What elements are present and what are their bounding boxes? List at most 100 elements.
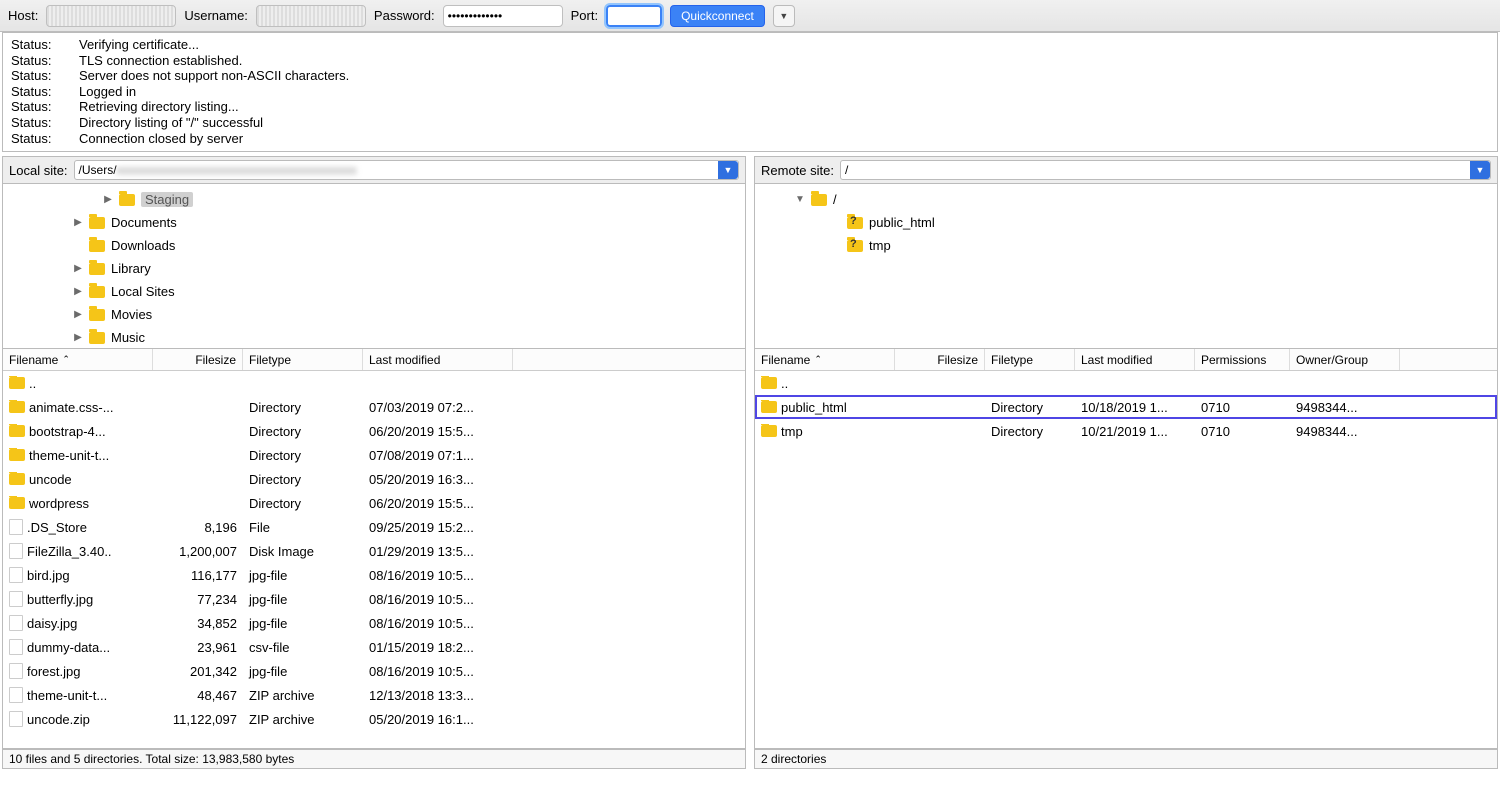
disclosure-triangle-icon[interactable]: ▶ <box>73 309 83 320</box>
folder-icon <box>9 401 25 413</box>
cell-filename: daisy.jpg <box>3 615 153 631</box>
host-input[interactable] <box>46 5 176 27</box>
cell-lastmod: 08/16/2019 10:5... <box>363 592 513 607</box>
disclosure-triangle-icon[interactable]: ▶ <box>73 217 83 228</box>
col-lastmodified[interactable]: Last modified <box>1075 349 1195 370</box>
file-row[interactable]: bootstrap-4...Directory06/20/2019 15:5..… <box>3 419 745 443</box>
tree-item[interactable]: ▶Music <box>3 326 745 349</box>
cell-lastmod: 05/20/2019 16:1... <box>363 712 513 727</box>
folder-icon <box>847 240 863 252</box>
tree-item[interactable]: ▶Local Sites <box>3 280 745 303</box>
folder-icon <box>89 309 105 321</box>
cell-filename: animate.css-... <box>3 400 153 415</box>
folder-icon <box>761 425 777 437</box>
col-filesize[interactable]: Filesize <box>153 349 243 370</box>
file-row[interactable]: theme-unit-t...48,467ZIP archive12/13/20… <box>3 683 745 707</box>
cell-filetype: jpg-file <box>243 568 363 583</box>
password-input[interactable] <box>443 5 563 27</box>
col-permissions[interactable]: Permissions <box>1195 349 1290 370</box>
tree-label: tmp <box>869 238 891 253</box>
file-row[interactable]: daisy.jpg34,852jpg-file08/16/2019 10:5..… <box>3 611 745 635</box>
file-icon <box>9 663 23 679</box>
log-key: Status: <box>11 37 61 53</box>
col-owner[interactable]: Owner/Group <box>1290 349 1400 370</box>
cell-lastmod: 10/18/2019 1... <box>1075 400 1195 415</box>
cell-filetype: File <box>243 520 363 535</box>
disclosure-triangle-icon[interactable]: ▶ <box>73 332 83 343</box>
file-row[interactable]: theme-unit-t...Directory07/08/2019 07:1.… <box>3 443 745 467</box>
cell-filename: theme-unit-t... <box>3 448 153 463</box>
tree-item[interactable]: ▶Movies <box>3 303 745 326</box>
log-message: Directory listing of "/" successful <box>79 115 263 131</box>
cell-lastmod: 06/20/2019 15:5... <box>363 424 513 439</box>
col-filetype[interactable]: Filetype <box>243 349 363 370</box>
tree-item[interactable]: Downloads <box>3 234 745 257</box>
port-input[interactable] <box>606 5 662 27</box>
disclosure-triangle-icon[interactable]: ▶ <box>73 263 83 274</box>
file-row[interactable]: tmpDirectory10/21/2019 1...07109498344..… <box>755 419 1497 443</box>
username-input[interactable] <box>256 5 366 27</box>
folder-icon <box>89 263 105 275</box>
col-filename[interactable]: Filename⌃ <box>755 349 895 370</box>
file-row[interactable]: dummy-data...23,961csv-file01/15/2019 18… <box>3 635 745 659</box>
quickconnect-button[interactable]: Quickconnect <box>670 5 765 27</box>
cell-filetype: jpg-file <box>243 592 363 607</box>
cell-filename: tmp <box>755 424 895 439</box>
file-row[interactable]: public_htmlDirectory10/18/2019 1...07109… <box>755 395 1497 419</box>
log-key: Status: <box>11 99 61 115</box>
cell-lastmod: 06/20/2019 15:5... <box>363 496 513 511</box>
remote-tree[interactable]: ▼/ public_htmltmp <box>754 184 1498 349</box>
cell-filetype: Directory <box>243 496 363 511</box>
cell-permissions: 0710 <box>1195 424 1290 439</box>
cell-filename: bootstrap-4... <box>3 424 153 439</box>
disclosure-triangle-icon[interactable]: ▶ <box>73 286 83 297</box>
disclosure-triangle-icon[interactable]: ▶ <box>103 194 113 205</box>
cell-lastmod: 12/13/2018 13:3... <box>363 688 513 703</box>
cell-filesize: 201,342 <box>153 664 243 679</box>
quickconnect-dropdown[interactable]: ▼ <box>773 5 795 27</box>
cell-lastmod: 01/15/2019 18:2... <box>363 640 513 655</box>
local-tree[interactable]: ▶ Staging ▶DocumentsDownloads▶Library▶Loca… <box>2 184 746 349</box>
file-row[interactable]: .. <box>3 371 745 395</box>
file-row[interactable]: uncode.zip11,122,097ZIP archive05/20/201… <box>3 707 745 731</box>
cell-filename: wordpress <box>3 496 153 511</box>
local-path-dropdown[interactable]: /Users/xxxxxxxxxxxxxxxxxxxxxxxxxxxxxxxxx… <box>74 160 739 180</box>
file-row[interactable]: animate.css-...Directory07/03/2019 07:2.… <box>3 395 745 419</box>
remote-path-dropdown[interactable]: / ▼ <box>840 160 1491 180</box>
file-row[interactable]: butterfly.jpg77,234jpg-file08/16/2019 10… <box>3 587 745 611</box>
col-filename[interactable]: Filename⌃ <box>3 349 153 370</box>
tree-item[interactable]: ▶Library <box>3 257 745 280</box>
file-row[interactable]: wordpress Directory06/20/2019 15:5... <box>3 491 745 515</box>
tree-item[interactable]: ▶Documents <box>3 211 745 234</box>
cell-filesize: 11,122,097 <box>153 712 243 727</box>
tree-label: public_html <box>869 215 935 230</box>
file-row[interactable]: uncodeDirectory05/20/2019 16:3... <box>3 467 745 491</box>
local-file-list: Filename⌃ Filesize Filetype Last modifie… <box>2 349 746 749</box>
tree-item[interactable]: tmp <box>755 234 1497 257</box>
col-lastmodified[interactable]: Last modified <box>363 349 513 370</box>
file-row[interactable]: .DS_Store8,196File09/25/2019 15:2... <box>3 515 745 539</box>
cell-filetype: Disk Image <box>243 544 363 559</box>
password-label: Password: <box>374 8 435 23</box>
message-log[interactable]: Status:Verifying certificate...Status:TL… <box>2 32 1498 152</box>
tree-item[interactable]: public_html <box>755 211 1497 234</box>
cell-filename: .DS_Store <box>3 519 153 535</box>
file-row[interactable]: .. <box>755 371 1497 395</box>
tree-item[interactable]: ▶ Staging <box>3 188 745 211</box>
file-row[interactable]: forest.jpg201,342jpg-file08/16/2019 10:5… <box>3 659 745 683</box>
dropdown-arrow-icon: ▼ <box>1470 161 1490 179</box>
remote-columns[interactable]: Filename⌃ Filesize Filetype Last modifie… <box>755 349 1497 371</box>
tree-item[interactable]: ▼/ <box>755 188 1497 211</box>
col-filesize[interactable]: Filesize <box>895 349 985 370</box>
folder-icon <box>9 449 25 461</box>
col-filetype[interactable]: Filetype <box>985 349 1075 370</box>
tree-label: Staging <box>141 192 193 207</box>
local-columns[interactable]: Filename⌃ Filesize Filetype Last modifie… <box>3 349 745 371</box>
disclosure-triangle-icon[interactable]: ▼ <box>795 194 805 205</box>
folder-icon <box>9 377 25 389</box>
cell-filesize: 34,852 <box>153 616 243 631</box>
file-row[interactable]: FileZilla_3.40..1,200,007Disk Image01/29… <box>3 539 745 563</box>
cell-filetype: csv-file <box>243 640 363 655</box>
folder-icon <box>89 217 105 229</box>
file-row[interactable]: bird.jpg116,177jpg-file08/16/2019 10:5..… <box>3 563 745 587</box>
